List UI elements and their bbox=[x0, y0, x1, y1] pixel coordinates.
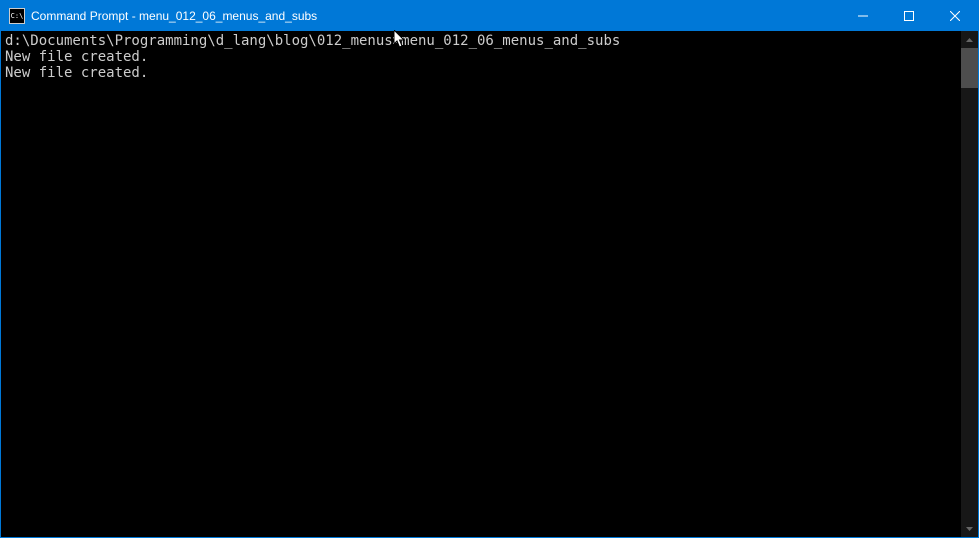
terminal-output[interactable]: d:\Documents\Programming\d_lang\blog\012… bbox=[1, 31, 961, 537]
maximize-icon bbox=[904, 11, 914, 21]
chevron-down-icon bbox=[966, 527, 973, 531]
terminal-line: New file created. bbox=[5, 65, 957, 81]
vertical-scrollbar[interactable] bbox=[961, 31, 978, 537]
scroll-down-button[interactable] bbox=[961, 520, 978, 537]
chevron-up-icon bbox=[966, 38, 973, 42]
close-button[interactable] bbox=[932, 1, 978, 31]
command-prompt-window: C:\ Command Prompt - menu_012_06_menus_a… bbox=[0, 0, 979, 538]
minimize-icon bbox=[858, 11, 868, 21]
app-icon-text: C:\ bbox=[11, 13, 24, 20]
titlebar[interactable]: C:\ Command Prompt - menu_012_06_menus_a… bbox=[1, 1, 978, 31]
scroll-track[interactable] bbox=[961, 48, 978, 520]
client-area: d:\Documents\Programming\d_lang\blog\012… bbox=[1, 31, 978, 537]
scroll-up-button[interactable] bbox=[961, 31, 978, 48]
minimize-button[interactable] bbox=[840, 1, 886, 31]
scroll-thumb[interactable] bbox=[961, 48, 978, 88]
app-icon: C:\ bbox=[9, 8, 25, 24]
terminal-line: d:\Documents\Programming\d_lang\blog\012… bbox=[5, 33, 957, 49]
window-title: Command Prompt - menu_012_06_menus_and_s… bbox=[31, 9, 840, 23]
window-controls bbox=[840, 1, 978, 31]
maximize-button[interactable] bbox=[886, 1, 932, 31]
terminal-line: New file created. bbox=[5, 49, 957, 65]
close-icon bbox=[950, 11, 960, 21]
